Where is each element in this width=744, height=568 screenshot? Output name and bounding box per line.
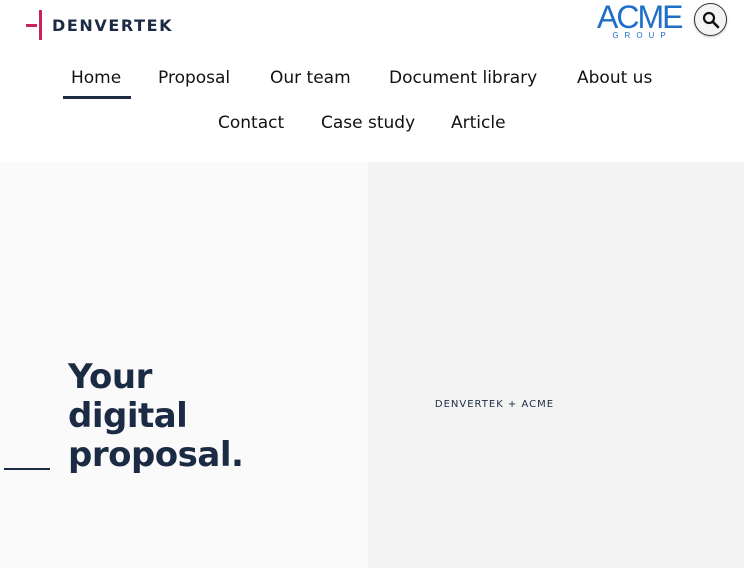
search-icon xyxy=(702,11,719,28)
hero-right-panel xyxy=(368,162,744,568)
nav-item-document-library[interactable]: Document library xyxy=(389,67,537,89)
nav-item-home[interactable]: Home xyxy=(71,67,121,89)
nav-active-indicator xyxy=(63,96,131,99)
nav-item-contact[interactable]: Contact xyxy=(218,112,284,134)
search-button[interactable] xyxy=(694,3,727,36)
nav-item-our-team[interactable]: Our team xyxy=(270,67,351,89)
nav-item-article[interactable]: Article xyxy=(451,112,506,134)
nav-item-about-us[interactable]: About us xyxy=(577,67,652,89)
hero-title-line: proposal. xyxy=(68,435,244,475)
partner-label: DENVERTEK + ACME xyxy=(434,399,555,410)
hero-accent-dash xyxy=(4,468,50,470)
hero-title: Your digital proposal. xyxy=(68,358,328,475)
logo-text: DENVERTEK xyxy=(52,15,174,35)
logo-cross-icon xyxy=(26,10,46,40)
hero-title-line: digital xyxy=(68,396,188,436)
hero-title-line: Your xyxy=(68,357,152,397)
acme-group-logo: ACME GROUP xyxy=(597,0,683,40)
denvertek-logo[interactable]: DENVERTEK xyxy=(26,10,173,40)
nav-item-proposal[interactable]: Proposal xyxy=(158,67,230,89)
acme-logo-word: ACME xyxy=(597,0,683,35)
nav-item-case-study[interactable]: Case study xyxy=(321,112,415,134)
acme-logo-sub: GROUP xyxy=(612,31,672,40)
site-header: DENVERTEK ACME GROUP Home Proposal Our t… xyxy=(0,0,744,162)
